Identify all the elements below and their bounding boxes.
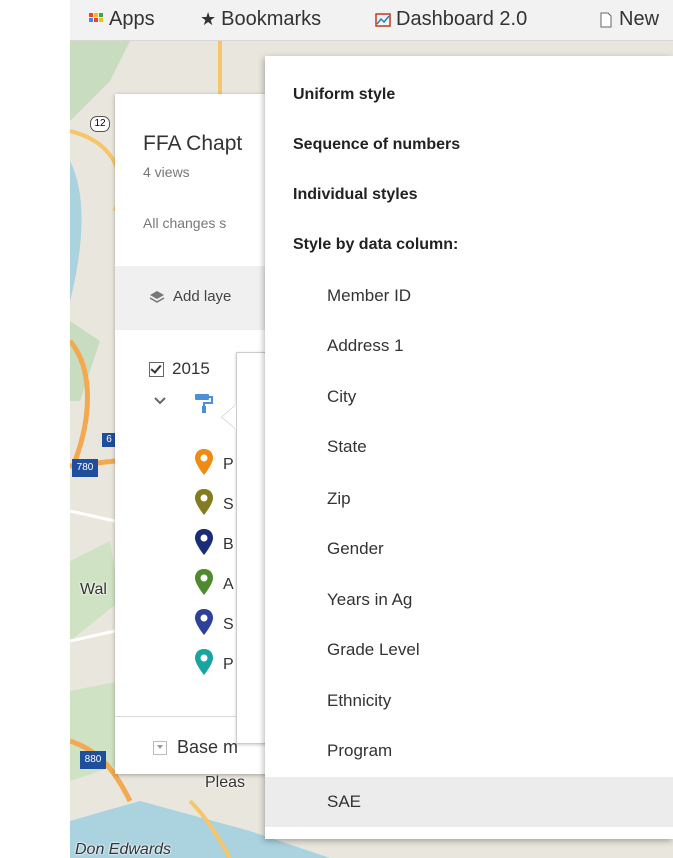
bookmark-label: Dashboard 2.0 bbox=[396, 8, 528, 30]
map-pin-icon bbox=[195, 569, 213, 595]
window-left-gutter bbox=[0, 0, 70, 858]
menu-column-item[interactable]: City bbox=[265, 372, 673, 422]
map-pin-icon bbox=[195, 609, 213, 635]
expand-toggle-icon[interactable] bbox=[153, 740, 167, 755]
menu-item-label: SAE bbox=[327, 792, 362, 811]
map-pin-icon bbox=[195, 449, 213, 475]
road-shield-780: 780 bbox=[72, 459, 98, 477]
menu-sequence-of-numbers[interactable]: Sequence of numbers bbox=[293, 136, 460, 154]
bookmarks-bar: Apps ★ Bookmarks Dashboard 2.0 New bbox=[70, 0, 673, 41]
road-shield-12: 12 bbox=[90, 116, 110, 132]
base-map-toggle[interactable]: Base m bbox=[153, 737, 238, 758]
menu-item-label: Zip bbox=[327, 489, 351, 508]
legend-entry-label: P bbox=[223, 456, 234, 473]
legend-entry-label: S bbox=[223, 616, 234, 633]
popover-arrow bbox=[222, 405, 236, 429]
menu-item-label: Program bbox=[327, 741, 393, 760]
bookmark-bookmarks[interactable]: ★ Bookmarks bbox=[200, 8, 321, 31]
menu-column-item[interactable]: Grade Level bbox=[265, 625, 673, 675]
map-title[interactable]: FFA Chapt bbox=[143, 132, 242, 156]
menu-uniform-style[interactable]: Uniform style bbox=[293, 86, 395, 104]
menu-item-label: Ethnicity bbox=[327, 691, 392, 710]
legend-entry-label: P bbox=[223, 656, 234, 673]
menu-column-item[interactable]: Ethnicity bbox=[265, 676, 673, 726]
view-count: 4 views bbox=[143, 164, 190, 180]
map-place-label: Pleas bbox=[205, 774, 246, 791]
menu-column-item[interactable]: Member ID bbox=[265, 271, 673, 321]
menu-item-label: Grade Level bbox=[327, 640, 420, 659]
base-map-label: Base m bbox=[177, 737, 239, 757]
dashboard-image-icon bbox=[375, 12, 391, 27]
menu-item-label: City bbox=[327, 387, 357, 406]
legend-entry-label: B bbox=[223, 536, 234, 553]
add-layer-button[interactable]: Add laye bbox=[149, 288, 231, 305]
panel-toolbar: Add laye bbox=[115, 266, 275, 330]
menu-item-label: Gender bbox=[327, 539, 384, 558]
menu-column-item[interactable]: Years in Ag bbox=[265, 575, 673, 625]
page-icon bbox=[600, 12, 612, 27]
menu-column-item[interactable]: State bbox=[265, 422, 673, 472]
paint-roller-icon[interactable] bbox=[193, 392, 215, 414]
menu-column-item[interactable]: Address 1 bbox=[265, 321, 673, 371]
bookmark-label: New bbox=[619, 8, 660, 30]
bookmark-label: Apps bbox=[109, 8, 155, 30]
map-place-label: Don Edwards bbox=[75, 841, 172, 858]
legend-entry-label: A bbox=[223, 576, 234, 593]
menu-column-item[interactable]: Program bbox=[265, 726, 673, 776]
map-place-label: Wal bbox=[80, 581, 107, 598]
bookmark-new[interactable]: New bbox=[598, 8, 659, 31]
apps-grid-icon bbox=[89, 12, 103, 22]
layer-name[interactable]: 2015 bbox=[172, 359, 210, 379]
bookmark-label: Bookmarks bbox=[221, 8, 322, 30]
menu-item-label: Member ID bbox=[327, 286, 412, 305]
layers-icon bbox=[149, 290, 165, 303]
add-layer-label: Add laye bbox=[173, 288, 232, 305]
menu-individual-styles[interactable]: Individual styles bbox=[293, 186, 417, 204]
map-pin-icon bbox=[195, 649, 213, 675]
bookmark-dashboard[interactable]: Dashboard 2.0 bbox=[375, 8, 527, 31]
menu-column-item-selected[interactable]: SAE bbox=[265, 777, 673, 827]
menu-item-label: Years in Ag bbox=[327, 590, 413, 609]
menu-column-item[interactable]: Gender bbox=[265, 524, 673, 574]
bookmark-apps[interactable]: Apps bbox=[88, 8, 155, 31]
menu-item-label: State bbox=[327, 437, 367, 456]
layer-visibility-checkbox[interactable] bbox=[149, 361, 164, 377]
legend-entry-label: S bbox=[223, 496, 234, 513]
save-status: All changes s bbox=[143, 215, 227, 231]
chevron-down-icon[interactable] bbox=[153, 394, 167, 408]
layer-row[interactable]: 2015 bbox=[149, 359, 210, 379]
menu-item-label: Address 1 bbox=[327, 336, 404, 355]
map-pin-icon bbox=[195, 489, 213, 515]
menu-style-by-data-column: Style by data column: bbox=[293, 236, 459, 253]
style-menu: Uniform style Sequence of numbers Indivi… bbox=[265, 56, 673, 839]
star-icon: ★ bbox=[200, 9, 217, 29]
road-shield-6: 6 bbox=[102, 433, 116, 447]
menu-column-item[interactable]: Zip bbox=[265, 474, 673, 524]
map-pin-icon bbox=[195, 529, 213, 555]
road-shield-880: 880 bbox=[80, 751, 106, 769]
